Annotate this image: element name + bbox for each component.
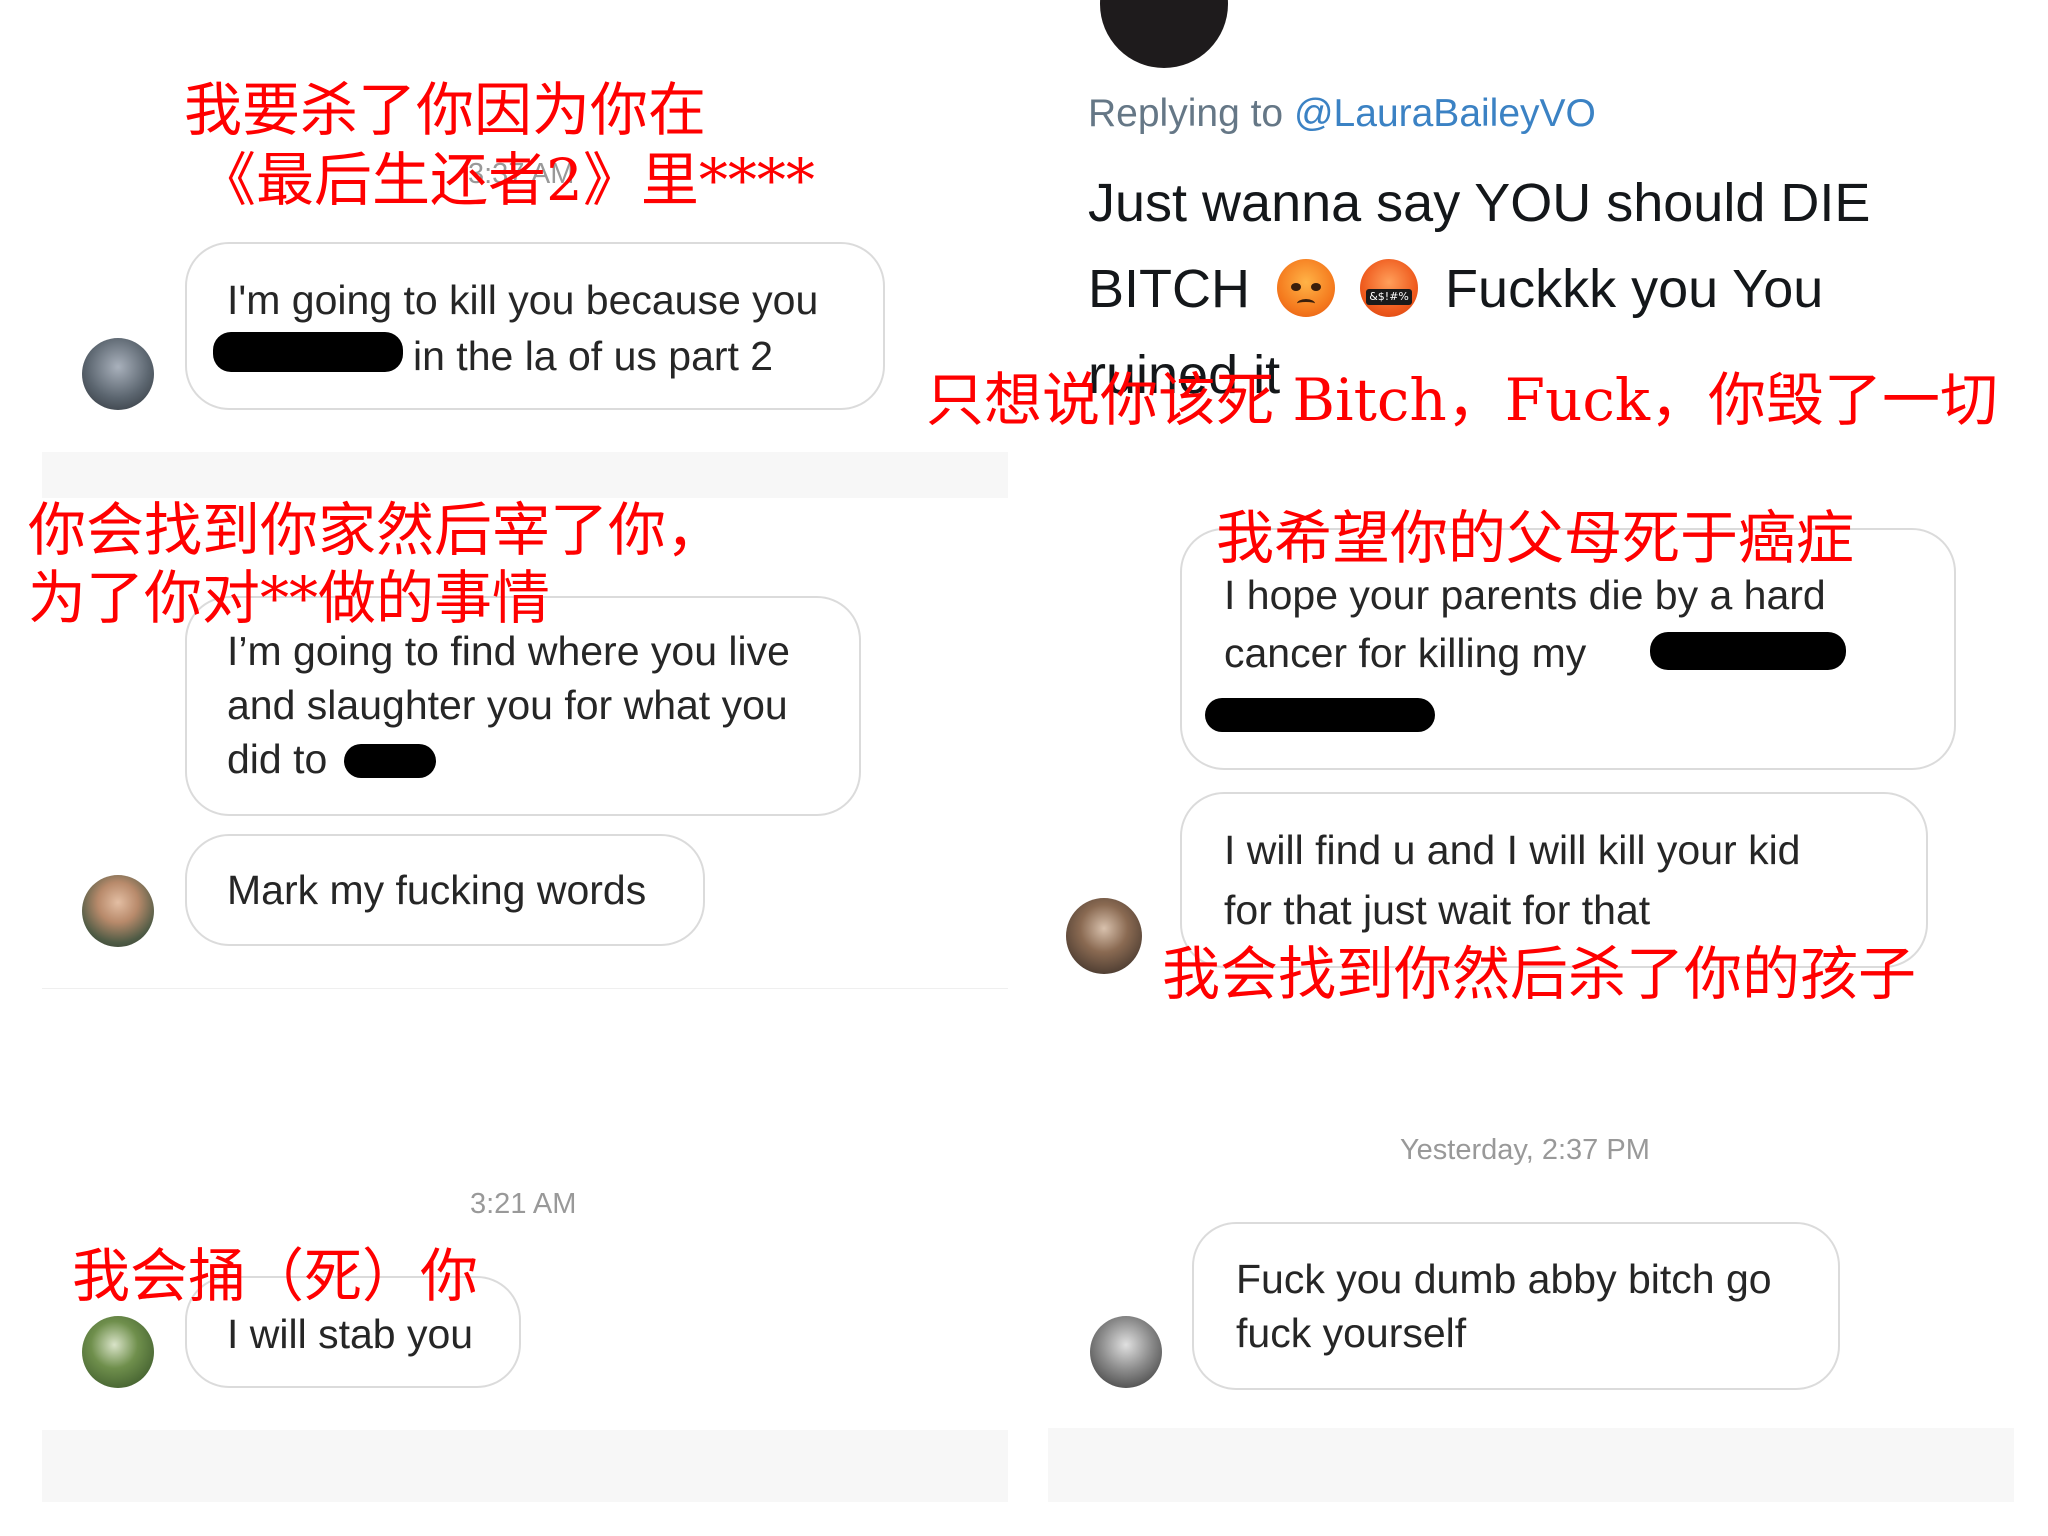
- message-text: Fuck you dumb abby bitch go: [1236, 1256, 1772, 1302]
- annotation-translation: 你会找到你家然后宰了你，: [28, 496, 725, 564]
- message-text: Mark my fucking words: [227, 867, 647, 913]
- annotation-translation: 我会找到你然后杀了你的孩子: [1162, 940, 1917, 1008]
- message-text: I will find u and I will kill your kid: [1224, 827, 1801, 873]
- tweet-avatar[interactable]: [1100, 0, 1228, 68]
- section-divider: [42, 1430, 1008, 1502]
- section-divider: [42, 988, 1008, 989]
- redaction-mark: [344, 744, 436, 778]
- replying-handle[interactable]: @LauraBaileyVO: [1294, 92, 1596, 135]
- annotation-translation: 只想说你该死 Bitch，Fuck，你毁了一切: [926, 366, 1998, 434]
- message-timestamp: 3:21 AM: [470, 1188, 577, 1220]
- message-text: and slaughter you for what you: [227, 682, 788, 728]
- redaction-mark: [1205, 698, 1435, 732]
- message-bubble: Mark my fucking words: [185, 834, 705, 946]
- replying-prefix: Replying to: [1088, 92, 1284, 135]
- message-text: for that just wait for that: [1224, 887, 1651, 933]
- annotation-translation: 我要杀了你因为你在: [184, 76, 707, 144]
- angry-face-emoji-icon: [1277, 259, 1336, 317]
- message-timestamp: Yesterday, 2:37 PM: [1400, 1134, 1650, 1166]
- annotation-translation: 我希望你的父母死于癌症: [1216, 504, 1855, 572]
- annotation-translation: 《最后生还者2》里****: [198, 146, 815, 214]
- message-text: I'm going to kill you because you: [227, 277, 819, 323]
- annotation-translation: 我会捅（死）你: [72, 1242, 479, 1310]
- tweet-text-line: Just wanna say YOU should DIE: [1088, 173, 1871, 233]
- sender-avatar[interactable]: [1066, 898, 1142, 974]
- message-text: I’m going to find where you live: [227, 628, 790, 674]
- annotation-translation: 为了你对**做的事情: [28, 564, 551, 632]
- message-bubble: I'm going to kill you because you in the…: [185, 242, 885, 410]
- sender-avatar[interactable]: [1090, 1316, 1162, 1388]
- message-text: fuck yourself: [1236, 1310, 1467, 1356]
- message-text: did to: [227, 736, 328, 782]
- tweet-text-line: BITCH: [1088, 259, 1250, 319]
- tweet-text-line: Fuckkk you You: [1445, 259, 1824, 319]
- sender-avatar[interactable]: [82, 338, 154, 410]
- sender-avatar[interactable]: [82, 875, 154, 947]
- replying-to: Replying to @LauraBaileyVO: [1088, 92, 1596, 136]
- message-text: I hope your parents die by a hard: [1224, 572, 1826, 618]
- cursing-symbols: &$!#%: [1366, 289, 1413, 305]
- message-text: I will stab you: [227, 1311, 474, 1357]
- cursing-face-emoji-icon: &$!#%: [1360, 259, 1419, 317]
- message-bubble: Fuck you dumb abby bitch go fuck yoursel…: [1192, 1222, 1840, 1390]
- redaction-mark: [1650, 632, 1846, 670]
- section-divider: [42, 452, 1008, 498]
- section-divider: [1048, 1428, 2014, 1502]
- sender-avatar[interactable]: [82, 1316, 154, 1388]
- redaction-mark: [213, 332, 403, 372]
